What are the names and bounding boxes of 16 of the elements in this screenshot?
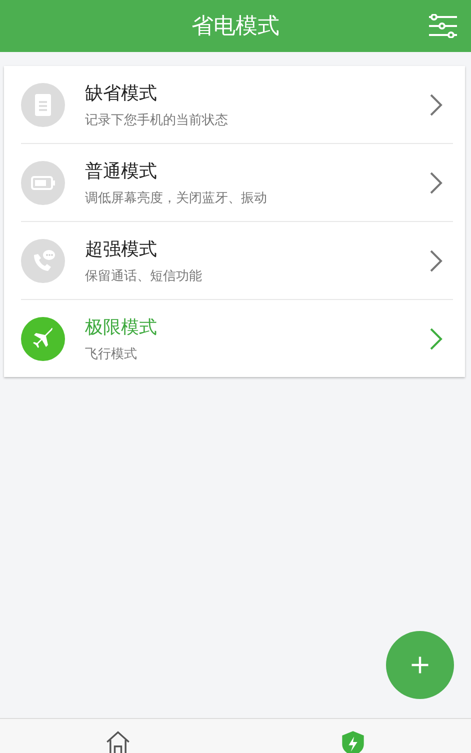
mode-description: 记录下您手机的当前状态 [85,112,229,128]
mode-description: 保留通话、短信功能 [85,268,203,284]
plus-icon [409,654,431,676]
chevron-right-icon[interactable] [429,170,443,194]
mode-title[interactable]: 普通模式 [85,158,429,182]
chevron-right-icon[interactable] [429,248,443,272]
chevron-right-icon[interactable] [429,326,443,350]
chevron-right-icon[interactable] [429,92,443,116]
mode-description: 调低屏幕亮度，关闭蓝牙、振动 [85,190,268,206]
mode-description: 飞行模式 [85,346,138,362]
shield-icon[interactable] [340,729,366,753]
home-icon[interactable] [104,729,131,753]
settings-icon[interactable] [428,14,458,38]
mode-title[interactable]: 缺省模式 [85,80,429,104]
page-title: 省电模式 [192,13,280,41]
mode-title[interactable]: 超强模式 [85,236,429,260]
